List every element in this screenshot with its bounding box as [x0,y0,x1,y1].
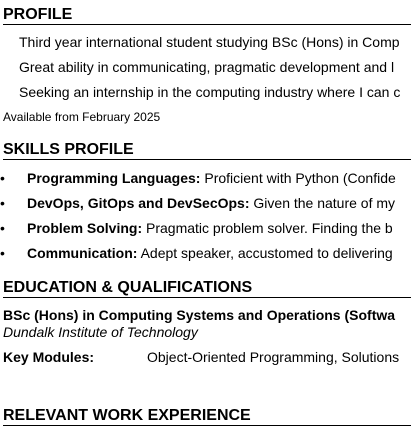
bullet-icon: • [0,220,5,236]
bullet-icon: • [0,170,5,186]
skill-label: Problem Solving: [27,220,143,236]
skill-label: Programming Languages: [27,170,201,186]
skill-label: DevOps, GitOps and DevSecOps: [27,195,250,211]
degree-title: BSc (Hons) in Computing Systems and Oper… [3,307,396,323]
skill-text: Pragmatic problem solver. Finding the b [142,220,393,236]
skill-text: Given the nature of my [249,195,396,211]
profile-line-1: Third year international student studyin… [19,34,400,50]
modules-label: Key Modules: [3,349,95,365]
experience-heading: RELEVANT WORK EXPERIENCE [3,406,411,426]
profile-line-2: Great ability in communicating, pragmati… [19,59,395,75]
skills-heading: SKILLS PROFILE [3,140,411,160]
bullet-icon: • [0,195,5,211]
bullet-icon: • [0,245,5,261]
skill-text: Proficient with Python (Confide [200,170,396,186]
institution-name: Dundalk Institute of Technology [3,324,198,340]
skill-label: Communication: [27,245,138,261]
profile-line-3: Seeking an internship in the computing i… [19,84,401,100]
profile-heading: PROFILE [3,5,411,25]
availability-text: Available from February 2025 [3,110,161,124]
education-heading: EDUCATION & QUALIFICATIONS [3,278,411,298]
skill-text: Adept speaker, accustomed to delivering [137,245,393,261]
modules-value: Object-Oriented Programming, Solutions [147,349,400,365]
